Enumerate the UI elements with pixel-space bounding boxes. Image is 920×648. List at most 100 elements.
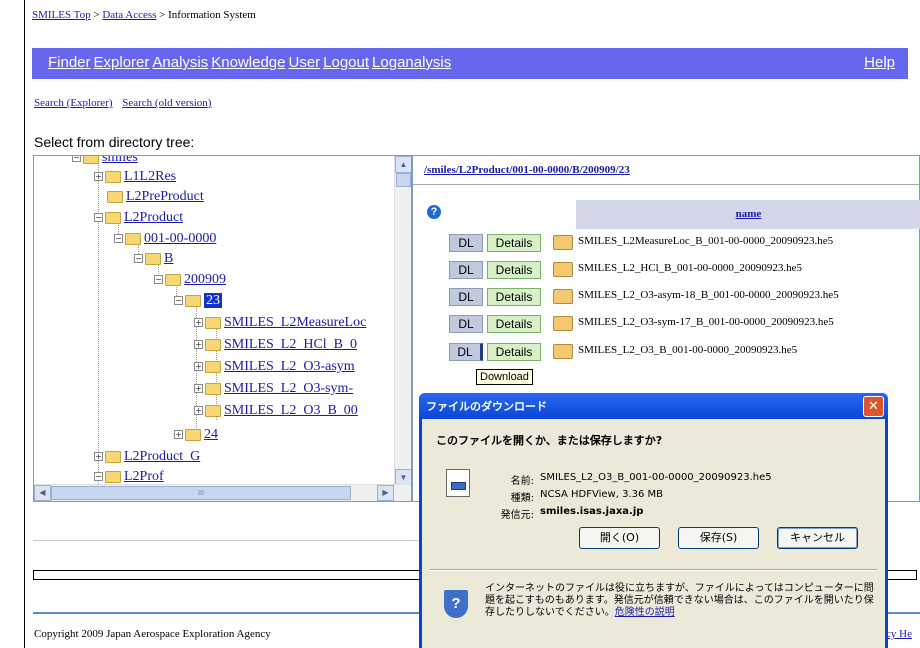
tree-node-file[interactable]: + SMILES_L2MeasureLoc (194, 314, 366, 332)
folder-icon (145, 252, 161, 265)
file-name: SMILES_L2_HCl_B_001-00-0000_20090923.he5 (578, 262, 802, 274)
security-shield-icon: ? (444, 590, 468, 618)
tree-node-label[interactable]: SMILES_L2_O3-sym- (224, 381, 353, 396)
tree-node-file[interactable]: + SMILES_L2_O3_B_00 (194, 402, 358, 420)
expand-icon[interactable]: + (194, 362, 203, 372)
tree-node-file[interactable]: + SMILES_L2_O3-sym- (194, 380, 353, 398)
tree-node-label[interactable]: 24 (204, 427, 218, 442)
close-icon[interactable]: ✕ (863, 396, 884, 417)
collapse-icon[interactable]: − (94, 213, 103, 223)
collapse-icon[interactable]: − (72, 156, 81, 163)
scroll-right-icon[interactable]: ▶ (377, 485, 394, 501)
collapse-icon[interactable]: − (134, 254, 143, 264)
tree-node-label[interactable]: L1L2Res (124, 169, 176, 184)
nav-analysis[interactable]: Analysis (152, 54, 208, 71)
tree-node-label-selected[interactable]: 23 (204, 293, 222, 308)
nav-help[interactable]: Help (864, 54, 895, 71)
tree-node-label[interactable]: L2Prof (124, 469, 164, 484)
scroll-thumb[interactable]: ⁞⁞⁞ (51, 486, 351, 500)
tree-node-label[interactable]: 200909 (184, 272, 226, 287)
tree-node-label[interactable]: SMILES_L2_O3_B_00 (224, 403, 358, 418)
folder-icon (205, 404, 221, 417)
expand-icon[interactable]: + (94, 172, 103, 182)
expand-icon[interactable]: + (194, 406, 203, 416)
file-icon (553, 344, 573, 359)
folder-icon (83, 156, 99, 164)
nav-knowledge[interactable]: Knowledge (211, 54, 285, 71)
tree-heading: Select from directory tree: (34, 134, 195, 150)
nav-logout[interactable]: Logout (323, 54, 369, 71)
expand-icon[interactable]: + (194, 340, 203, 350)
help-icon[interactable]: ? (427, 205, 441, 219)
tree-node-label[interactable]: smiles (102, 156, 138, 165)
tree-node-24[interactable]: +24 (174, 426, 218, 444)
tree-node-label[interactable]: 001-00-0000 (144, 231, 216, 246)
risk-explanation-link[interactable]: 危険性の説明 (615, 607, 675, 618)
tree-node-label[interactable]: SMILES_L2_O3-asym (224, 359, 355, 374)
tree-node-label[interactable]: SMILES_L2_HCl_B_0 (224, 337, 357, 352)
current-path-link[interactable]: /smiles/L2Product/001-00-0000/B/200909/2… (424, 164, 630, 176)
expand-icon[interactable]: + (194, 318, 203, 328)
footer-link[interactable]: cy He (886, 628, 912, 640)
tree-node-label[interactable]: L2PreProduct (126, 189, 204, 204)
nav-explorer[interactable]: Explorer (94, 54, 150, 71)
collapse-icon[interactable]: − (114, 234, 123, 244)
collapse-icon[interactable]: − (174, 296, 183, 306)
collapse-icon[interactable]: − (154, 275, 163, 285)
tree-node-label[interactable]: L2Product (124, 210, 183, 225)
sort-by-name-link[interactable]: name (736, 208, 762, 220)
folder-icon (185, 294, 201, 307)
collapse-icon[interactable]: − (94, 472, 103, 482)
tree-node-200909[interactable]: − 200909 (154, 271, 226, 289)
scroll-up-icon[interactable]: ▲ (395, 156, 411, 173)
tree-node-23[interactable]: − 23 (174, 292, 222, 310)
nav-finder[interactable]: Finder (48, 54, 91, 71)
dl-button[interactable]: DL (449, 343, 483, 361)
folder-icon (105, 170, 121, 183)
scroll-thumb[interactable] (396, 173, 411, 187)
save-button[interactable]: 保存(S) (678, 527, 759, 549)
breadcrumb-data-access[interactable]: Data Access (102, 9, 156, 21)
directory-tree-panel[interactable]: − smiles + L1L2Res L2PreProduct − L2Product… (33, 155, 412, 502)
scroll-left-icon[interactable]: ◀ (34, 485, 51, 501)
dl-button[interactable]: DL (449, 261, 483, 279)
dl-button[interactable]: DL (449, 315, 483, 333)
tree-node-l1l2res[interactable]: + L1L2Res (94, 168, 176, 186)
tree-node-l2product-g[interactable]: + L2Product_G (94, 448, 200, 466)
file-type-icon (446, 469, 470, 497)
tree-node-l2product[interactable]: − L2Product (94, 209, 183, 227)
nav-user[interactable]: User (288, 54, 320, 71)
expand-icon[interactable]: + (194, 384, 203, 394)
details-button[interactable]: Details (487, 261, 541, 279)
nav-loganalysis[interactable]: Loganalysis (372, 54, 451, 71)
file-name-label: 名前: (510, 476, 534, 487)
details-button[interactable]: Details (487, 288, 541, 306)
dl-button[interactable]: DL (449, 288, 483, 306)
search-old-version-link[interactable]: Search (old version) (122, 97, 211, 109)
divider (413, 184, 919, 185)
details-button[interactable]: Details (487, 343, 541, 361)
tree-node-file[interactable]: + SMILES_L2_O3-asym (194, 358, 355, 376)
tree-node-b[interactable]: − B (134, 250, 173, 268)
dialog-body: このファイルを開くか、または保存しますか? 名前: SMILES_L2_O3_B… (422, 419, 885, 648)
expand-icon[interactable]: + (94, 452, 103, 462)
tree-vertical-scrollbar[interactable]: ▲ ▼ (394, 156, 411, 486)
tree-node-smiles[interactable]: − smiles (72, 156, 138, 167)
tree-node-label[interactable]: L2Product_G (124, 449, 200, 464)
search-explorer-link[interactable]: Search (Explorer) (34, 97, 113, 109)
expand-icon[interactable]: + (174, 430, 183, 440)
tree-node-label[interactable]: B (164, 251, 173, 266)
details-button[interactable]: Details (487, 315, 541, 333)
tree-node-l2preproduct[interactable]: L2PreProduct (107, 188, 204, 206)
breadcrumb-smiles-top[interactable]: SMILES Top (32, 9, 91, 21)
cancel-button[interactable]: キャンセル (777, 527, 858, 549)
open-button[interactable]: 開く(O) (579, 527, 660, 549)
tree-node-001-00-0000[interactable]: − 001-00-0000 (114, 230, 216, 248)
tree-horizontal-scrollbar[interactable]: ◀ ⁞⁞⁞ ▶ (34, 484, 411, 501)
tree-node-label[interactable]: SMILES_L2MeasureLoc (224, 315, 366, 330)
dialog-title-bar[interactable]: ファイルのダウンロード ✕ (419, 393, 888, 419)
folder-icon (105, 470, 121, 483)
details-button[interactable]: Details (487, 234, 541, 252)
tree-node-file[interactable]: + SMILES_L2_HCl_B_0 (194, 336, 357, 354)
dl-button[interactable]: DL (449, 234, 483, 252)
